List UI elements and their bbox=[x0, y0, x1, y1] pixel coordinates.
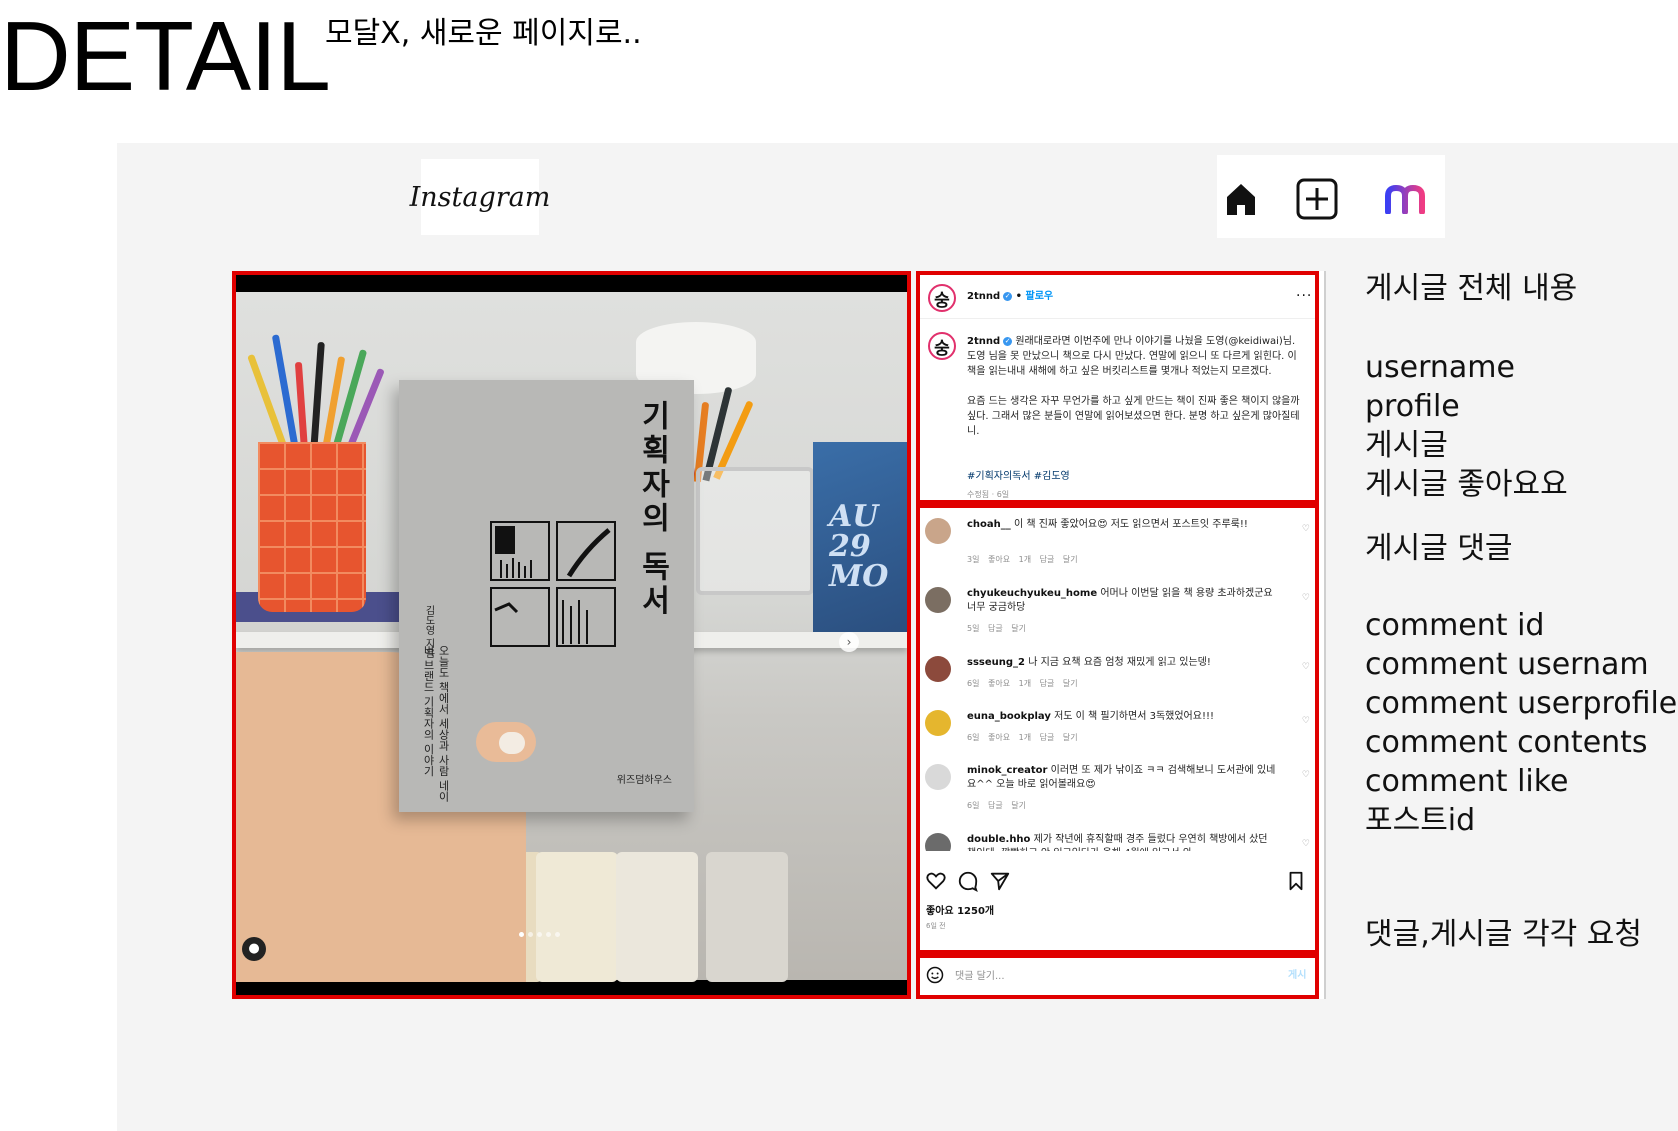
clip-holder bbox=[696, 467, 814, 595]
nail bbox=[499, 732, 525, 754]
note-comment-field: comment id bbox=[1365, 608, 1545, 643]
caption-highlight-box bbox=[916, 271, 1319, 504]
book-subtitle: 오늘도 책에서 세상과 사람 네이버 브랜드 기획자의 이야기 bbox=[422, 645, 450, 802]
note-field: 게시글 bbox=[1365, 428, 1448, 463]
note-comment-field: 포스트id bbox=[1365, 803, 1476, 838]
next-image-button[interactable]: › bbox=[839, 632, 859, 652]
note-comment-field: comment usernam bbox=[1365, 647, 1649, 682]
note-comment-field: comment contents bbox=[1365, 725, 1648, 760]
instagram-logo[interactable]: Instagram bbox=[410, 159, 550, 235]
panel-edge bbox=[1324, 271, 1326, 999]
book-cover: 기획자의 독서 김도영 지음 오늘도 책에서 세상과 사람 네이버 브랜드 기획… bbox=[399, 380, 694, 812]
note-comment-field: comment like bbox=[1365, 764, 1569, 799]
plus-square-icon[interactable] bbox=[1295, 177, 1339, 221]
note-comment-field: comment userprofile bbox=[1365, 686, 1678, 721]
note-request: 댓글,게시글 각각 요청 bbox=[1365, 917, 1643, 952]
page-subtitle: 모달X, 새로운 페이지로.. bbox=[325, 16, 642, 51]
calculator bbox=[706, 852, 788, 982]
profile-m-icon[interactable] bbox=[1383, 177, 1427, 221]
book-title: 기획자의 독서 bbox=[635, 400, 670, 619]
note-post-content: 게시글 전체 내용 bbox=[1365, 271, 1578, 306]
comments-highlight-box bbox=[916, 504, 1319, 954]
carousel-dots bbox=[519, 932, 560, 937]
note-comment-heading: 게시글 댓글 bbox=[1365, 531, 1513, 566]
book-illustration bbox=[490, 521, 616, 647]
book-publisher: 위즈덤하우스 bbox=[616, 775, 672, 786]
photo-scene: AU 29 MO 기획자의 독서 김도영 지음 오늘도 책에서 세상과 사람 네이버… bbox=[236, 292, 907, 982]
calculator bbox=[536, 852, 618, 982]
pens bbox=[247, 332, 385, 453]
note-field: 게시글 좋아요요 bbox=[1365, 467, 1568, 502]
top-navigation bbox=[1217, 155, 1445, 238]
home-icon[interactable] bbox=[1219, 177, 1263, 221]
pen-cup bbox=[258, 442, 366, 612]
add-comment-highlight-box bbox=[916, 954, 1319, 999]
note-field: profile bbox=[1365, 389, 1460, 424]
user-tag-icon[interactable]: ● bbox=[242, 937, 266, 961]
calculator bbox=[616, 852, 698, 982]
blue-book: AU 29 MO bbox=[813, 442, 907, 632]
note-field: username bbox=[1365, 350, 1515, 385]
page-title: DETAIL bbox=[0, 1, 331, 111]
post-image[interactable]: AU 29 MO 기획자의 독서 김도영 지음 오늘도 책에서 세상과 사람 네이버… bbox=[232, 271, 911, 999]
